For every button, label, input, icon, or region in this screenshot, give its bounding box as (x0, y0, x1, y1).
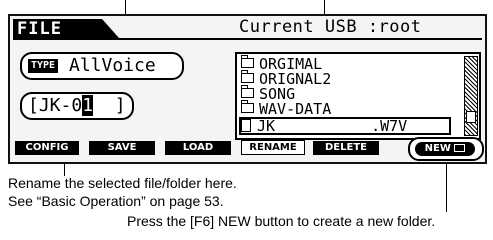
title-underline (13, 38, 482, 40)
list-item-label: JK (257, 117, 276, 135)
save-button[interactable]: SAVE (89, 141, 155, 155)
type-selector[interactable]: TYPE AllVoice (20, 52, 184, 80)
callout-line-new (446, 160, 447, 212)
rename-annotation: Rename the selected file/folder here. (8, 175, 237, 191)
name-prefix: [JK-0 (28, 95, 83, 116)
list-item-selected-file[interactable]: JK .W7V (239, 117, 451, 135)
folder-icon (454, 144, 466, 152)
config-button[interactable]: CONFIG (15, 141, 79, 155)
list-item-folder[interactable]: WAV-DATA (240, 100, 332, 118)
folder-icon (240, 100, 254, 113)
delete-button[interactable]: DELETE (313, 141, 379, 155)
new-button[interactable]: NEW (415, 142, 475, 156)
list-item-ext: .W7V (371, 117, 408, 135)
callout-line-type (125, 0, 126, 14)
folder-icon (240, 55, 254, 68)
scrollbar[interactable] (464, 56, 478, 136)
callout-line-list (324, 0, 325, 14)
file-icon (241, 119, 251, 132)
load-button[interactable]: LOAD (165, 141, 231, 155)
current-location: Current USB :root (239, 17, 422, 37)
type-badge: TYPE (28, 59, 59, 73)
rename-text: [JK-01 ] (28, 95, 126, 116)
new-button-label: NEW (424, 143, 451, 154)
list-item-label: WAV-DATA (259, 100, 332, 118)
title-tab: FILE (13, 19, 119, 38)
lcd-screen: FILE Current USB :root TYPE AllVoice [JK… (8, 14, 487, 164)
screen-title: FILE (17, 19, 62, 39)
rename-field[interactable]: [JK-01 ] (20, 92, 134, 120)
name-cursor: 1 (82, 95, 94, 116)
new-folder-annotation: Press the [F6] NEW button to create a ne… (127, 213, 436, 229)
function-key-bar: CONFIG SAVE LOAD RENAME DELETE NEW (13, 137, 484, 161)
type-value: AllVoice (69, 55, 156, 76)
rename-annotation-ref: See “Basic Operation” on page 53. (8, 193, 224, 209)
file-list[interactable]: ORGIMAL ORIGNAL2 SONG WAV-DATA JK .W7V (235, 52, 481, 140)
new-button-highlight: NEW (408, 137, 484, 161)
scrollbar-thumb[interactable] (466, 111, 476, 123)
rename-button[interactable]: RENAME (241, 140, 305, 155)
folder-icon (240, 70, 254, 83)
folder-icon (240, 85, 254, 98)
name-suffix: ] (93, 95, 126, 116)
